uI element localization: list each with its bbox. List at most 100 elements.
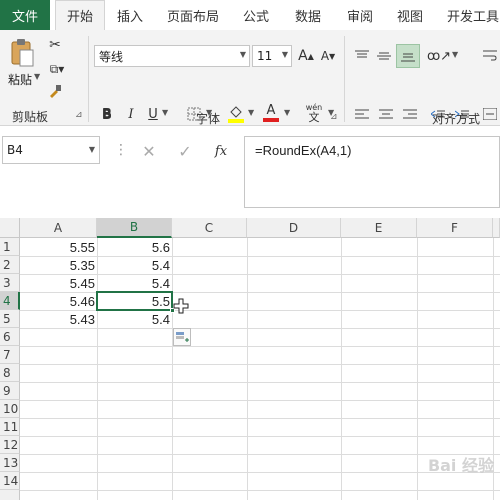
gridline xyxy=(172,238,173,500)
underline-button[interactable]: U xyxy=(144,104,162,124)
align-left-icon[interactable] xyxy=(352,104,372,124)
cell-a2[interactable]: 5.35 xyxy=(20,256,97,274)
row-header[interactable]: 9 xyxy=(0,382,20,400)
column-header-g[interactable] xyxy=(493,218,500,238)
tab-developer[interactable]: 开发工具 xyxy=(440,0,500,30)
tab-page-layout[interactable]: 页面布局 xyxy=(160,0,226,30)
font-color-dropdown-icon[interactable]: ▼ xyxy=(284,108,290,117)
row-header[interactable]: 5 xyxy=(0,310,20,328)
orientation-dropdown-icon[interactable]: ▼ xyxy=(452,50,458,59)
column-header-e[interactable]: E xyxy=(341,218,417,238)
cell-a3[interactable]: 5.45 xyxy=(20,274,97,292)
gridline xyxy=(247,238,248,500)
cell-b5[interactable]: 5.4 xyxy=(97,310,172,328)
shrink-font-button[interactable]: A ▼ xyxy=(318,46,338,66)
group-separator xyxy=(344,36,345,122)
row-header[interactable]: 6 xyxy=(0,328,20,346)
column-header-c[interactable]: C xyxy=(172,218,247,238)
enter-icon[interactable]: ✓ xyxy=(174,140,196,162)
ribbon: 粘贴 ▼ ✂ ⧉▾ 剪贴板 ⊿ 等线 ▼ 11 ▼ A ▲ A ▼ B B I U … xyxy=(0,30,500,126)
worksheet-grid[interactable]: A B C D E F 1 2 3 4 5 6 7 8 9 10 11 12 1… xyxy=(0,218,500,500)
font-size-combo[interactable]: 11 ▼ xyxy=(252,45,292,67)
font-size-dropdown-icon[interactable]: ▼ xyxy=(282,50,288,59)
phonetic-guide-button[interactable]: wén 文 xyxy=(302,101,326,125)
insert-function-icon[interactable]: fx xyxy=(210,140,232,162)
cell-b3[interactable]: 5.4 xyxy=(97,274,172,292)
align-bottom-icon[interactable] xyxy=(396,44,420,68)
font-launcher-icon[interactable]: ⊿ xyxy=(330,112,338,122)
gridline xyxy=(20,418,500,419)
bold-button[interactable]: B xyxy=(98,104,116,124)
row-header[interactable]: 7 xyxy=(0,346,20,364)
paste-dropdown-icon[interactable]: ▼ xyxy=(34,72,40,81)
row-header[interactable]: 1 xyxy=(0,238,20,256)
cell-b1[interactable]: 5.6 xyxy=(97,238,172,256)
formula-input[interactable]: =RoundEx(A4,1) xyxy=(244,136,500,208)
tab-formulas[interactable]: 公式 xyxy=(234,0,278,30)
clipboard-group-label: 剪贴板 xyxy=(12,110,49,124)
merge-center-icon[interactable] xyxy=(480,104,500,124)
select-all-corner[interactable] xyxy=(0,218,20,238)
row-header-selected[interactable]: 4 xyxy=(0,292,20,310)
column-header-b[interactable]: B xyxy=(97,218,172,238)
row-header[interactable]: 11 xyxy=(0,418,20,436)
row-header[interactable]: 3 xyxy=(0,274,20,292)
cancel-icon[interactable]: ✕ xyxy=(138,140,160,162)
font-name-dropdown-icon[interactable]: ▼ xyxy=(240,50,246,59)
fill-color-dropdown-icon[interactable]: ▼ xyxy=(248,108,254,117)
gridline xyxy=(20,400,500,401)
row-header[interactable]: 8 xyxy=(0,364,20,382)
gridline xyxy=(341,238,342,500)
column-header-d[interactable]: D xyxy=(247,218,341,238)
gridline xyxy=(20,382,500,383)
font-size-value: 11 xyxy=(257,49,273,63)
name-box[interactable]: B4 ▼ xyxy=(2,136,100,164)
column-header-f[interactable]: F xyxy=(417,218,493,238)
tab-review[interactable]: 审阅 xyxy=(338,0,382,30)
gridline xyxy=(20,490,500,491)
tab-view[interactable]: 视图 xyxy=(388,0,432,30)
align-right-icon[interactable] xyxy=(400,104,420,124)
tab-insert[interactable]: 插入 xyxy=(108,0,152,30)
gridline xyxy=(20,364,500,365)
row-header[interactable]: 2 xyxy=(0,256,20,274)
align-center-icon[interactable] xyxy=(376,104,396,124)
row-header[interactable]: 12 xyxy=(0,436,20,454)
fill-color-icon[interactable] xyxy=(226,102,246,124)
name-box-dropdown-icon[interactable]: ▼ xyxy=(89,145,95,154)
underline-dropdown-icon[interactable]: ▼ xyxy=(162,108,168,117)
tab-data[interactable]: 数据 xyxy=(286,0,330,30)
mouse-cursor-icon xyxy=(173,298,189,317)
gridline xyxy=(20,346,500,347)
font-color-button[interactable]: A xyxy=(262,102,280,124)
quick-analysis-icon[interactable] xyxy=(173,328,191,346)
tab-home[interactable]: 开始 xyxy=(55,0,105,30)
row-header[interactable] xyxy=(0,490,20,500)
gridline xyxy=(417,238,418,500)
grow-font-button[interactable]: A ▲ xyxy=(296,46,316,66)
paste-icon[interactable] xyxy=(6,36,38,70)
ribbon-tab-bar: 文件 开始 插入 页面布局 公式 数据 审阅 视图 开发工具 xyxy=(0,0,500,30)
font-name-value: 等线 xyxy=(99,49,124,64)
clipboard-launcher-icon[interactable]: ⊿ xyxy=(75,110,83,120)
copy-icon[interactable]: ⧉▾ xyxy=(44,60,70,78)
cell-a5[interactable]: 5.43 xyxy=(20,310,97,328)
formula-bar-grip-icon: ⋮ xyxy=(114,142,128,158)
cell-a1[interactable]: 5.55 xyxy=(20,238,97,256)
align-middle-icon[interactable] xyxy=(374,46,394,66)
row-header[interactable]: 14 xyxy=(0,472,20,490)
watermark-logo: Bai 经验 xyxy=(427,456,494,475)
font-name-combo[interactable]: 等线 ▼ xyxy=(94,45,250,67)
cell-a4[interactable]: 5.46 xyxy=(20,292,97,310)
format-painter-icon[interactable] xyxy=(46,82,64,100)
row-header[interactable]: 10 xyxy=(0,400,20,418)
tab-file[interactable]: 文件 xyxy=(0,0,50,30)
wrap-text-icon[interactable] xyxy=(480,44,500,66)
italic-button[interactable]: I xyxy=(122,104,140,124)
column-header-a[interactable]: A xyxy=(20,218,97,238)
orientation-icon[interactable]: ꝏ↗ xyxy=(427,46,451,66)
row-header[interactable]: 13 xyxy=(0,454,20,472)
cut-icon[interactable]: ✂ xyxy=(46,36,64,54)
align-top-icon[interactable] xyxy=(352,46,372,66)
cell-b2[interactable]: 5.4 xyxy=(97,256,172,274)
